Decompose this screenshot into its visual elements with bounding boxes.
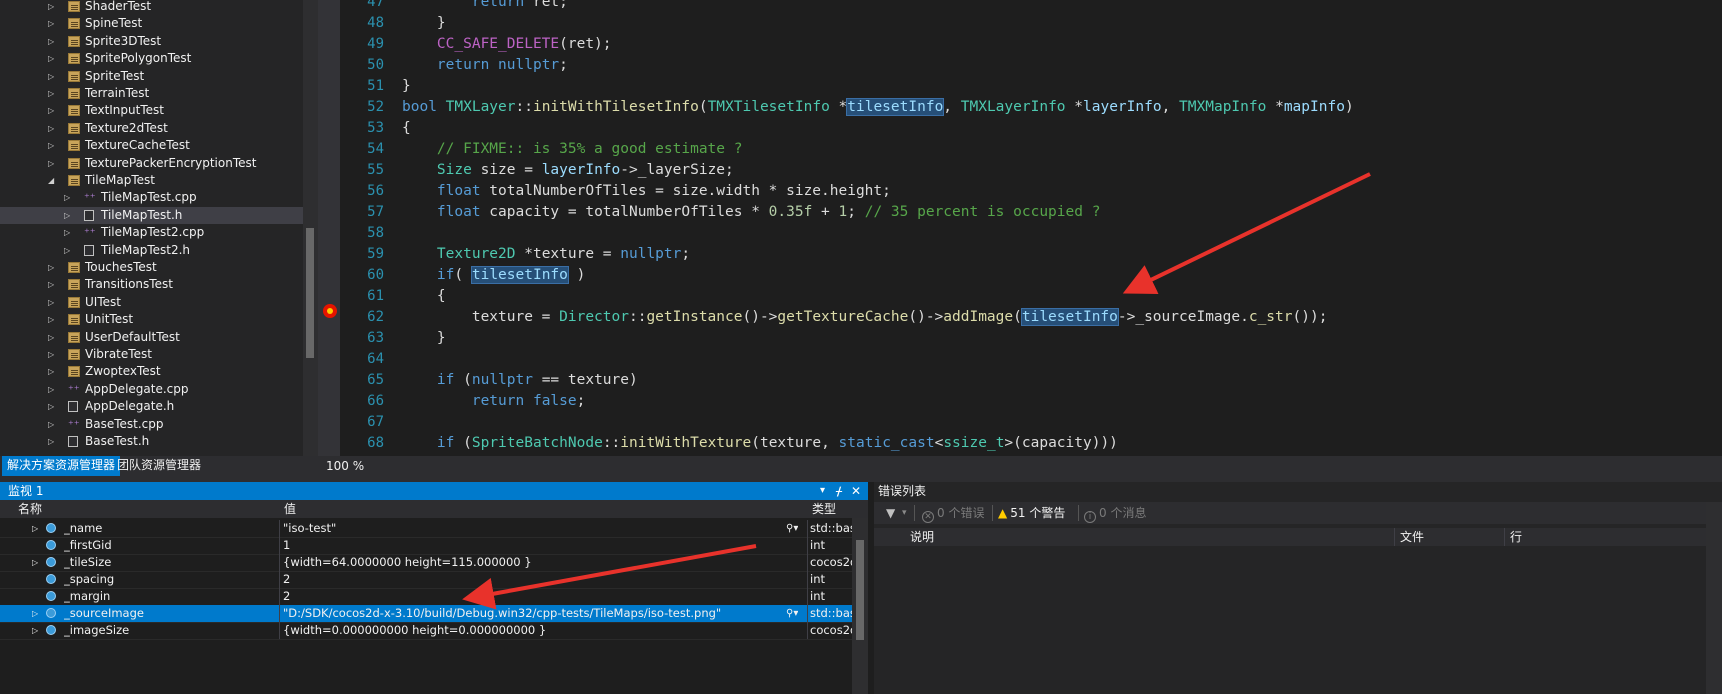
annotation-arrows <box>462 172 1371 610</box>
annotation-arrow-code <box>1122 172 1371 294</box>
annotation-arrow-watch <box>462 544 757 610</box>
